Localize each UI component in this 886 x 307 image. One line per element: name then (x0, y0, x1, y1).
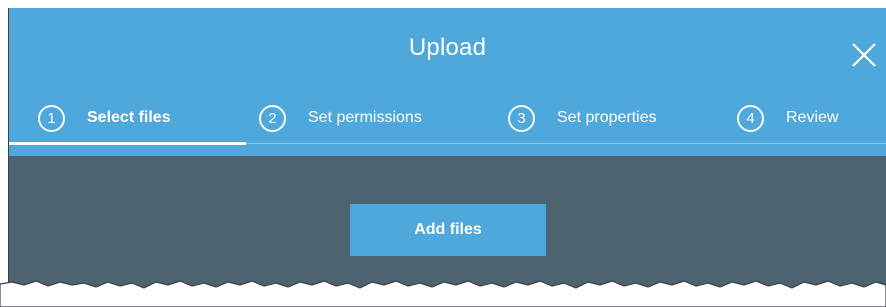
step-number: 1 (38, 104, 65, 132)
step-number: 4 (737, 104, 764, 132)
dialog-title: Upload (408, 34, 487, 61)
step-set-properties[interactable]: 3 Set properties (508, 98, 657, 138)
step-label: Select files (87, 109, 171, 126)
dialog-header: Upload 1 Select files 2 Set permissions … (9, 8, 886, 156)
step-label: Review (786, 109, 839, 126)
step-label: Set permissions (308, 109, 422, 126)
step-label: Set properties (557, 109, 657, 126)
step-review[interactable]: 4 Review (737, 98, 838, 138)
close-icon (852, 43, 876, 67)
active-step-indicator (9, 142, 246, 145)
step-number: 3 (508, 104, 535, 132)
wizard-steps: 1 Select files 2 Set permissions 3 Set p… (9, 98, 886, 142)
torn-edge-decoration (0, 280, 886, 307)
step-number: 2 (259, 104, 286, 132)
dropzone[interactable]: Add files (9, 156, 886, 290)
header-divider (246, 143, 886, 144)
step-set-permissions[interactable]: 2 Set permissions (259, 98, 422, 138)
close-button[interactable] (850, 41, 878, 69)
upload-dialog: Upload 1 Select files 2 Set permissions … (8, 8, 886, 290)
add-files-button[interactable]: Add files (350, 204, 546, 256)
step-select-files[interactable]: 1 Select files (38, 98, 171, 138)
